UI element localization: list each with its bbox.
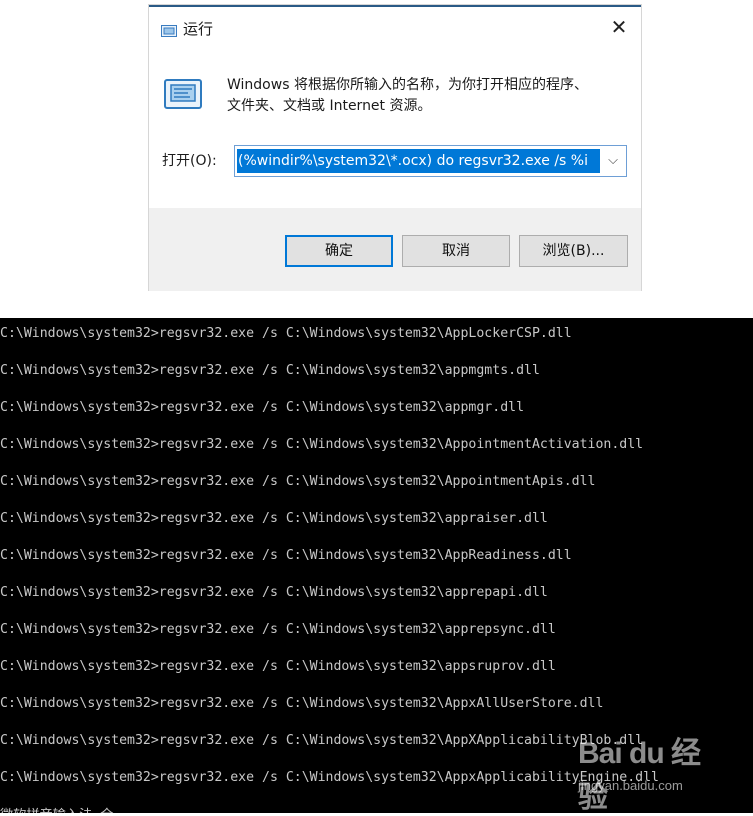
watermark-logo: Bai du 经验 bbox=[578, 737, 701, 814]
console-line: C:\Windows\system32>regsvr32.exe /s C:\W… bbox=[0, 437, 644, 452]
console-line: C:\Windows\system32>regsvr32.exe /s C:\W… bbox=[0, 659, 556, 674]
command-combobox[interactable]: (%windir%\system32\*.ocx) do regsvr32.ex… bbox=[234, 145, 627, 177]
button-footer: 确定 取消 浏览(B)... bbox=[149, 208, 641, 291]
console-line: C:\Windows\system32>regsvr32.exe /s C:\W… bbox=[0, 474, 596, 489]
console-line: C:\Windows\system32>regsvr32.exe /s C:\W… bbox=[0, 363, 540, 378]
chevron-down-icon[interactable]: ⌵ bbox=[602, 148, 624, 174]
browse-button[interactable]: 浏览(B)... bbox=[519, 235, 628, 267]
description-line-2: 文件夹、文档或 Internet 资源。 bbox=[227, 98, 432, 114]
console-line: C:\Windows\system32>regsvr32.exe /s C:\W… bbox=[0, 511, 548, 526]
description-line-1: Windows 将根据你所输入的名称，为你打开相应的程序、 bbox=[227, 77, 588, 93]
open-label: 打开(O): bbox=[162, 153, 217, 169]
run-large-icon bbox=[163, 79, 203, 113]
console-line: C:\Windows\system32>regsvr32.exe /s C:\W… bbox=[0, 696, 604, 711]
ime-status-line: 微软拼音输入法 全 bbox=[0, 804, 113, 813]
cancel-button[interactable]: 取消 bbox=[402, 235, 510, 267]
console-line: C:\Windows\system32>regsvr32.exe /s C:\W… bbox=[0, 326, 572, 341]
description: Windows 将根据你所输入的名称，为你打开相应的程序、 文件夹、文档或 In… bbox=[227, 75, 627, 117]
console-line: C:\Windows\system32>regsvr32.exe /s C:\W… bbox=[0, 622, 556, 637]
run-dialog: 运行 ✕ Windows 将根据你所输入的名称，为你打开相应的程序、 文件夹、文… bbox=[148, 4, 642, 291]
console-line: C:\Windows\system32>regsvr32.exe /s C:\W… bbox=[0, 770, 659, 785]
run-small-icon bbox=[161, 22, 177, 41]
console-line: C:\Windows\system32>regsvr32.exe /s C:\W… bbox=[0, 548, 572, 563]
command-input[interactable]: (%windir%\system32\*.ocx) do regsvr32.ex… bbox=[237, 149, 600, 173]
close-icon[interactable]: ✕ bbox=[599, 9, 639, 45]
title-bar[interactable]: 运行 ✕ bbox=[149, 7, 641, 47]
baidu-jingyan-watermark: Bai du 经验 jingyan.baidu.com bbox=[578, 728, 728, 814]
window-title: 运行 bbox=[183, 20, 214, 38]
console-line: C:\Windows\system32>regsvr32.exe /s C:\W… bbox=[0, 585, 548, 600]
watermark-url: jingyan.baidu.com bbox=[578, 778, 683, 793]
console-line: C:\Windows\system32>regsvr32.exe /s C:\W… bbox=[0, 733, 644, 748]
console-line: C:\Windows\system32>regsvr32.exe /s C:\W… bbox=[0, 400, 525, 415]
ok-button[interactable]: 确定 bbox=[285, 235, 393, 267]
